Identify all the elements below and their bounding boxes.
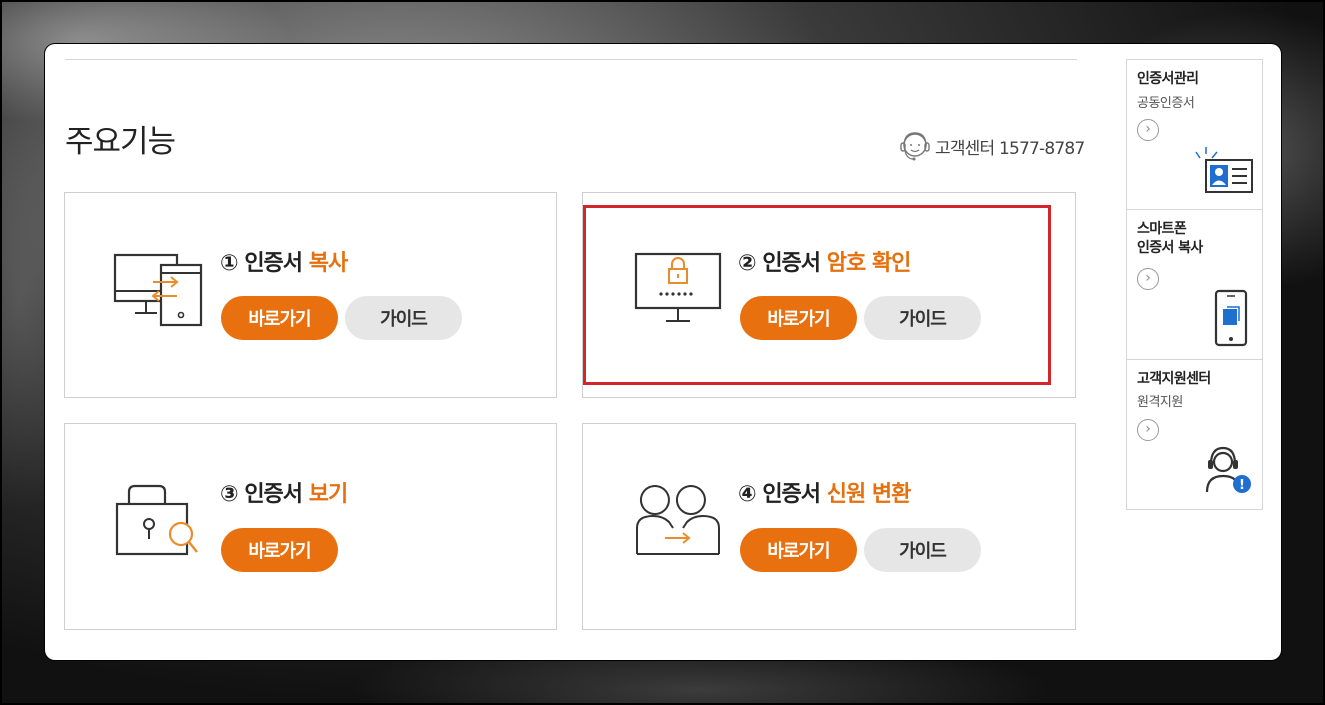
sidebar-item-smartphone-copy[interactable]: 스마트폰 인증서 복사 › [1127,210,1262,360]
card-cert-copy: ① 인증서 복사 바로가기 가이드 [64,192,557,398]
card-cert-password-check: ② 인증서 암호 확인 바로가기 가이드 [582,192,1076,398]
quick-links-sidebar: 인증서관리 공동인증서 › 스마트폰 인증서 복사 › 고객지원센터 원격지원 … [1126,59,1263,510]
sidebar-item-customer-support[interactable]: 고객지원센터 원격지원 › ! [1127,360,1262,510]
svg-text:!: ! [1239,478,1245,493]
guide-button[interactable]: 가이드 [345,296,462,340]
chevron-right-icon[interactable]: › [1137,268,1159,290]
customer-center-text: 고객센터 1577-8787 [935,138,1085,159]
sidebar-item-subtitle: 원격지원 [1137,395,1183,410]
lock-search-icon [115,484,198,556]
guide-button[interactable]: 가이드 [864,528,981,572]
page-title: 주요기능 [65,124,176,160]
main-panel: 주요기능 고객센터 1577-8787 ① 인증서 복사 바로가기 가이드 ② … [45,44,1281,660]
guide-button[interactable]: 가이드 [864,296,981,340]
card-label: ① 인증서 복사 [220,251,348,276]
sidebar-item-title: 고객지원센터 [1137,371,1211,387]
sidebar-item-title: 스마트폰 인증서 복사 [1137,221,1203,256]
card-label: ② 인증서 암호 확인 [738,251,911,276]
go-button[interactable]: 바로가기 [740,296,857,340]
monitor-lock-icon [634,252,722,322]
card-cert-view: ③ 인증서 보기 바로가기 [64,423,557,630]
divider [65,59,1077,60]
customer-center-info: 고객센터 1577-8787 [898,128,1085,164]
go-button[interactable]: 바로가기 [740,528,857,572]
go-button[interactable]: 바로가기 [221,296,338,340]
go-button[interactable]: 바로가기 [221,528,338,572]
computer-transfer-icon [113,253,203,327]
chevron-right-icon[interactable]: › [1137,119,1159,141]
headset-icon [900,132,930,161]
sidebar-item-title: 인증서관리 [1137,71,1199,87]
users-transfer-icon [636,485,720,555]
sidebar-item-subtitle: 공동인증서 [1137,96,1195,111]
card-cert-identity-convert: ④ 인증서 신원 변환 바로가기 가이드 [582,423,1076,630]
smartphone-icon [1214,289,1248,347]
card-label: ③ 인증서 보기 [220,482,348,507]
support-agent-icon: ! [1205,446,1251,493]
chevron-right-icon[interactable]: › [1137,419,1159,441]
card-label: ④ 인증서 신원 변환 [738,482,911,507]
sidebar-item-cert-management[interactable]: 인증서관리 공동인증서 › [1127,60,1262,210]
id-card-icon [1195,147,1253,193]
